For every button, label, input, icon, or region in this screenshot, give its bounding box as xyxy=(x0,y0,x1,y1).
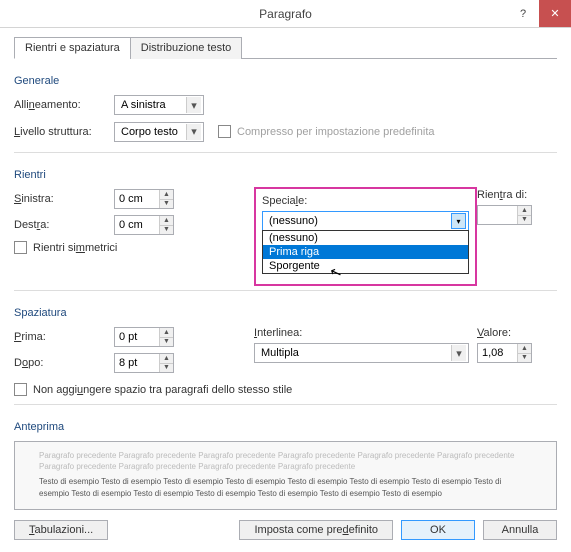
outline-level-select[interactable]: Corpo testo ▾ xyxy=(114,122,204,142)
collapsed-checkbox xyxy=(218,125,231,138)
title-bar: Paragrafo ? ✕ xyxy=(0,0,571,28)
spinner-up-icon[interactable]: ▲ xyxy=(160,328,173,338)
preview-legend: Anteprima xyxy=(14,421,557,433)
preview-prev-text: Paragrafo precedente Paragrafo precedent… xyxy=(39,450,532,472)
noadd-checkbox[interactable] xyxy=(14,383,27,396)
special-label: Speciale: xyxy=(262,195,469,207)
spinner-up-icon[interactable]: ▲ xyxy=(160,216,173,226)
spacing-at-label: Valore: xyxy=(477,327,557,339)
tab-distribution[interactable]: Distribuzione testo xyxy=(130,37,243,59)
special-dropdown-list: (nessuno) Prima riga Sporgente xyxy=(262,230,469,274)
mirror-indent-checkbox[interactable] xyxy=(14,241,27,254)
special-option-none[interactable]: (nessuno) xyxy=(263,231,468,245)
special-select[interactable]: (nessuno) ▾ xyxy=(262,211,469,231)
indent-by-spinner[interactable]: ▲▼ xyxy=(477,205,532,225)
noadd-label: Non aggiungere spazio tra paragrafi dell… xyxy=(33,384,292,396)
indent-left-spinner[interactable]: 0 cm ▲▼ xyxy=(114,189,174,209)
spinner-down-icon[interactable]: ▼ xyxy=(160,338,173,347)
indent-left-label: Sinistra: xyxy=(14,193,114,205)
preview-sample-text: Testo di esempio Testo di esempio Testo … xyxy=(39,476,532,498)
spinner-up-icon[interactable]: ▲ xyxy=(518,206,531,216)
spinner-down-icon[interactable]: ▼ xyxy=(160,364,173,373)
spinner-up-icon[interactable]: ▲ xyxy=(518,344,531,354)
special-option-first-line[interactable]: Prima riga xyxy=(263,245,468,259)
spacing-legend: Spaziatura xyxy=(14,307,557,319)
tabs-button[interactable]: Tabulazioni... xyxy=(14,520,108,540)
chevron-down-icon: ▾ xyxy=(186,124,201,140)
general-legend: Generale xyxy=(14,75,557,87)
alignment-label: Allineamento: xyxy=(14,99,114,111)
outline-level-label: Livello struttura: xyxy=(14,126,114,138)
tab-indent-spacing[interactable]: Rientri e spaziatura xyxy=(14,37,131,59)
ok-button[interactable]: OK xyxy=(401,520,475,540)
chevron-down-icon[interactable]: ▾ xyxy=(451,213,466,229)
chevron-down-icon: ▾ xyxy=(186,97,201,113)
special-option-hanging[interactable]: Sporgente xyxy=(263,259,468,273)
line-spacing-label: Interlinea: xyxy=(254,327,469,339)
preview-box: Paragrafo precedente Paragrafo precedent… xyxy=(14,441,557,510)
set-default-button[interactable]: Imposta come predefinito xyxy=(239,520,393,540)
after-label: Dopo: xyxy=(14,357,114,369)
spinner-down-icon[interactable]: ▼ xyxy=(160,226,173,235)
close-icon: ✕ xyxy=(550,7,559,20)
alignment-select[interactable]: A sinistra ▾ xyxy=(114,95,204,115)
tab-strip: Rientri e spaziatura Distribuzione testo xyxy=(14,36,557,59)
indent-right-label: Destra: xyxy=(14,219,114,231)
spinner-up-icon[interactable]: ▲ xyxy=(160,190,173,200)
after-spinner[interactable]: 8 pt ▲▼ xyxy=(114,353,174,373)
chevron-down-icon: ▾ xyxy=(451,345,466,361)
indent-legend: Rientri xyxy=(14,169,557,181)
mirror-indent-label: Rientri simmetrici xyxy=(33,242,117,254)
cancel-button[interactable]: Annulla xyxy=(483,520,557,540)
dialog-title: Paragrafo xyxy=(259,7,312,21)
help-icon: ? xyxy=(520,8,526,20)
indent-by-label: Rientra di: xyxy=(477,189,557,201)
spinner-down-icon[interactable]: ▼ xyxy=(518,216,531,225)
collapsed-label: Compresso per impostazione predefinita xyxy=(237,126,435,138)
special-highlight: Speciale: (nessuno) ▾ (nessuno) Prima ri… xyxy=(254,187,477,286)
before-spinner[interactable]: 0 pt ▲▼ xyxy=(114,327,174,347)
help-button[interactable]: ? xyxy=(507,0,539,27)
line-spacing-select[interactable]: Multipla ▾ xyxy=(254,343,469,363)
indent-right-spinner[interactable]: 0 cm ▲▼ xyxy=(114,215,174,235)
spinner-down-icon[interactable]: ▼ xyxy=(518,354,531,363)
spinner-up-icon[interactable]: ▲ xyxy=(160,354,173,364)
spacing-at-spinner[interactable]: 1,08 ▲▼ xyxy=(477,343,532,363)
before-label: Prima: xyxy=(14,331,114,343)
close-button[interactable]: ✕ xyxy=(539,0,571,27)
spinner-down-icon[interactable]: ▼ xyxy=(160,200,173,209)
